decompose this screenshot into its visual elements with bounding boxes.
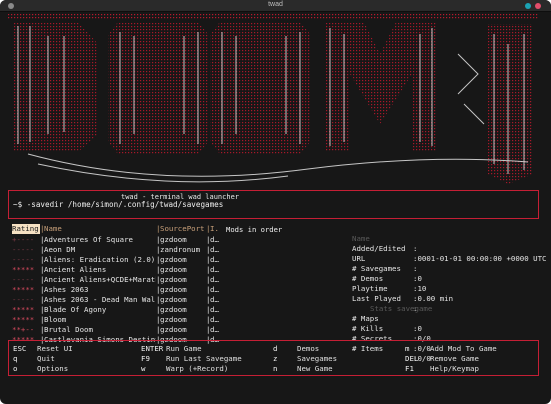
key-action[interactable]: Options bbox=[37, 364, 68, 374]
info-row: Playtime :0.00 min bbox=[352, 284, 454, 303]
info-row: # Secrets :0/0 bbox=[352, 334, 431, 353]
info-row: # Kills :0/0 bbox=[352, 324, 431, 343]
keymap-row: o Options w Warp (+Record) n New Game F1… bbox=[9, 364, 540, 374]
key-action[interactable]: Run Last Savegame bbox=[166, 354, 242, 364]
keymap-help-box: ESC Reset UI ENTER Run Game d Demos m Ad… bbox=[8, 340, 539, 376]
game-name: Aliens: Eradication (2.0) bbox=[44, 255, 156, 264]
table-row[interactable]: +---- | Adventures Of Square | gzdoom | … bbox=[12, 235, 222, 245]
key-action[interactable]: Quit bbox=[37, 354, 55, 364]
game-name: Ancient Aliens bbox=[44, 265, 107, 274]
key-action[interactable]: Add Mod To Game bbox=[430, 344, 497, 354]
key-action[interactable]: Run Game bbox=[166, 344, 202, 354]
key-label: q bbox=[13, 354, 18, 363]
game-name: Blade Of Agony bbox=[44, 305, 107, 314]
command-line: ~$ -savedir /home/simon/.config/twad/sav… bbox=[13, 200, 224, 209]
title-bar: twad bbox=[0, 0, 551, 12]
key-label: o bbox=[13, 364, 18, 373]
window-title: twad bbox=[268, 1, 283, 8]
table-row[interactable]: ----- | Ashes 2063 - Dead Man Walking | … bbox=[12, 295, 222, 305]
key-action[interactable]: New Game bbox=[297, 364, 333, 374]
game-name: Ashes 2063 - Dead Man Walking bbox=[44, 295, 156, 304]
table-row[interactable]: ----- | Aeon DM | zandronum | d… bbox=[12, 245, 222, 255]
key-action[interactable]: Reset UI bbox=[37, 344, 73, 354]
table-row[interactable]: ***** | Ancient Aliens | gzdoom | d… bbox=[12, 265, 222, 275]
keymap-row: ESC Reset UI ENTER Run Game d Demos m Ad… bbox=[9, 344, 540, 354]
maximize-icon[interactable] bbox=[525, 3, 531, 9]
game-name: Ashes 2063 bbox=[44, 285, 89, 294]
table-row[interactable]: **+-- | Brutal Doom | gzdoom | d… bbox=[12, 325, 222, 335]
key-label: F1 bbox=[405, 364, 414, 373]
game-name: Aeon DM bbox=[44, 245, 76, 254]
game-name: Brutal Doom bbox=[44, 325, 93, 334]
key-label: ESC bbox=[13, 344, 27, 353]
info-row: # Maps :0 bbox=[352, 314, 422, 333]
info-row: Last Played : bbox=[352, 294, 418, 313]
table-row[interactable]: ----- | Ancient Aliens+QCDE+Marathon | g… bbox=[12, 275, 222, 285]
key-label: F9 bbox=[141, 354, 150, 363]
table-row[interactable]: ***** | Blade Of Agony | gzdoom | d… bbox=[12, 305, 222, 315]
key-label: d bbox=[273, 344, 278, 353]
keymap-row: q Quit F9 Run Last Savegame z Savegames … bbox=[9, 354, 540, 364]
command-output-box: ~$ -savedir /home/simon/.config/twad/sav… bbox=[8, 190, 539, 219]
game-name: Adventures Of Square bbox=[44, 235, 133, 244]
key-label: m bbox=[405, 344, 410, 353]
key-label: w bbox=[141, 364, 146, 373]
key-action[interactable]: Remove Game bbox=[430, 354, 479, 364]
key-action[interactable]: Savegames bbox=[297, 354, 337, 364]
key-label: z bbox=[273, 354, 278, 363]
info-section-title: Stats savegame bbox=[370, 304, 433, 313]
key-label: ENTER bbox=[141, 344, 164, 353]
game-name: Ancient Aliens+QCDE+Marathon bbox=[44, 275, 156, 284]
info-row: # Demos :10 bbox=[352, 274, 427, 293]
info-row: URL : bbox=[352, 254, 418, 273]
close-icon[interactable] bbox=[535, 3, 541, 9]
table-header: Rating | Name | SourcePort | I. bbox=[12, 224, 222, 234]
info-row: Added/Edited :0001-01-01 00:00:00 +0000 … bbox=[352, 244, 547, 263]
header-name[interactable]: Name bbox=[44, 224, 156, 234]
key-action[interactable]: Help/Keymap bbox=[430, 364, 479, 374]
key-label: n bbox=[273, 364, 278, 373]
table-row[interactable]: ***** | Ashes 2063 | gzdoom | d… bbox=[12, 285, 222, 295]
header-source-port[interactable]: SourcePort bbox=[160, 224, 206, 234]
info-row: # Savegames :0 bbox=[352, 264, 422, 283]
doom-ascii-logo: twad - terminal wad launcher bbox=[8, 14, 542, 201]
key-label: DEL bbox=[405, 354, 419, 363]
info-row: Name : bbox=[352, 234, 418, 253]
header-extra[interactable]: I. bbox=[210, 224, 222, 234]
table-row[interactable]: ----- | Aliens: Eradication (2.0) | gzdo… bbox=[12, 255, 222, 265]
table-row[interactable]: ***** | Bloom | gzdoom | d… bbox=[12, 315, 222, 325]
key-action[interactable]: Warp (+Record) bbox=[166, 364, 228, 374]
key-action[interactable]: Demos bbox=[297, 344, 319, 354]
mods-panel-title: Mods in order bbox=[226, 225, 283, 234]
terminal-window: twad twad - terminal wad launcher ~$ -sa… bbox=[0, 0, 551, 404]
game-name: Bloom bbox=[44, 315, 67, 324]
